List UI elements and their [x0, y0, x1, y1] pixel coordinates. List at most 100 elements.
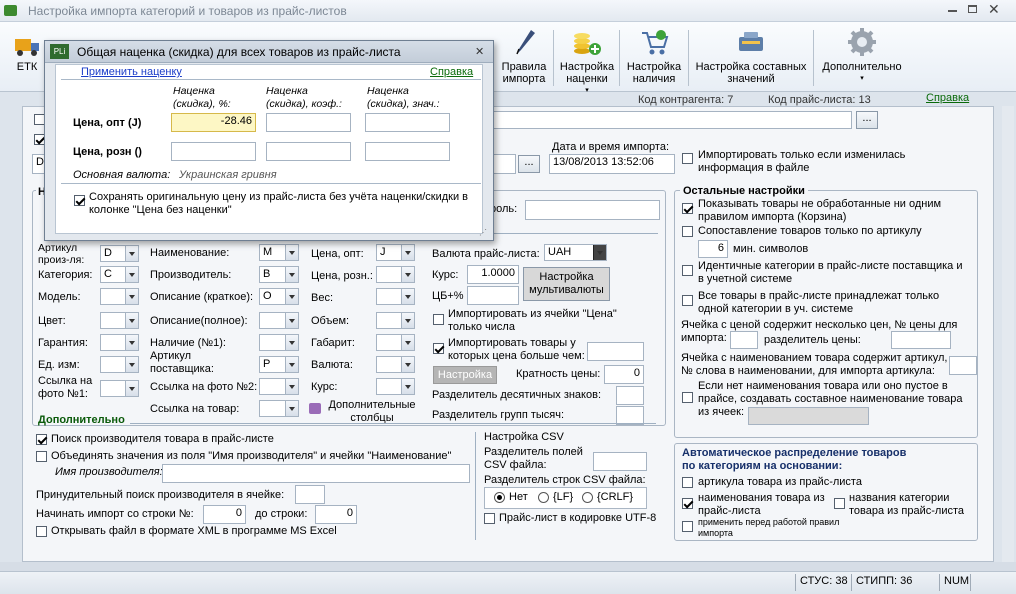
merge-fields-checkbox[interactable] [36, 451, 47, 462]
resize-grip[interactable]: ⋰ [479, 228, 487, 237]
help-link[interactable]: Справка [926, 92, 969, 105]
mapping-right-3-dropdown[interactable] [376, 312, 415, 329]
mapping-mid-5-dropdown[interactable]: P [259, 356, 299, 373]
extra-columns-icon [309, 403, 321, 414]
mapping-left-6-dropdown[interactable] [100, 380, 139, 397]
composite-values-button[interactable]: Настройка составных значений [690, 27, 812, 90]
only-changed-label: Импортировать только если изменилась инф… [698, 149, 906, 174]
by-article-checkbox[interactable] [682, 477, 693, 488]
rate-field[interactable]: 1.0000 [467, 265, 519, 284]
browse-button[interactable]: ... [856, 111, 878, 129]
dialog-help-link[interactable]: Справка [430, 66, 473, 79]
main-currency-value: Украинская гривня [179, 169, 277, 181]
show-unprocessed-checkbox[interactable] [682, 203, 693, 214]
multiplicity-field[interactable]: 0 [604, 365, 644, 384]
radio-crlf[interactable] [582, 492, 593, 503]
mapping-mid-0-dropdown[interactable]: M [259, 244, 299, 261]
mapping-mid-6-dropdown[interactable] [259, 378, 299, 395]
radio-lf[interactable] [538, 492, 549, 503]
apply-markup-link[interactable]: Применить наценку [81, 66, 182, 79]
multi-currency-button[interactable]: Настройка мультивалюты [523, 267, 610, 301]
markup-dialog-close[interactable]: ✕ [475, 45, 484, 58]
end-row-field[interactable]: 0 [315, 505, 357, 524]
source-field[interactable] [492, 154, 516, 174]
decimal-sep-field[interactable] [616, 386, 644, 405]
right-scrollbar[interactable] [1002, 106, 1014, 562]
date-field[interactable]: 13/08/2013 13:52:06 [549, 154, 675, 174]
manufacturer-name-field[interactable] [162, 464, 470, 483]
retail-value-field[interactable] [365, 142, 450, 161]
force-find-field[interactable] [295, 485, 325, 504]
mapping-mid-1-label: Производитель: [150, 269, 232, 281]
open-xml-checkbox[interactable] [36, 526, 47, 537]
compose-name-field[interactable] [748, 407, 869, 425]
one-category-checkbox[interactable] [682, 295, 693, 306]
mapping-mid-4-dropdown[interactable] [259, 334, 299, 351]
compose-name-checkbox[interactable] [682, 392, 693, 403]
truck-icon [13, 31, 41, 57]
retail-percent-field[interactable] [171, 142, 256, 161]
password-field[interactable] [525, 200, 660, 220]
mapping-mid-3-dropdown[interactable] [259, 312, 299, 329]
col-value-label: Наценка (скидка), знач.: [367, 85, 440, 110]
mapping-left-2-dropdown[interactable] [100, 288, 139, 305]
by-name-checkbox[interactable] [682, 498, 693, 509]
mapping-mid-1-dropdown[interactable]: B [259, 266, 299, 283]
pli-icon: PLi [50, 44, 69, 59]
extra-columns-link[interactable]: Дополнительные столбцы [326, 399, 418, 425]
mapping-right-2-dropdown[interactable] [376, 288, 415, 305]
by-category-label: названия категории товара из прайс-листа [849, 492, 965, 517]
import-price-only-numbers-checkbox[interactable] [433, 314, 444, 325]
match-by-article-checkbox[interactable] [682, 226, 693, 237]
file-path-field[interactable] [492, 111, 852, 129]
currency-dropdown[interactable]: UAH [544, 244, 607, 261]
identical-categories-checkbox[interactable] [682, 265, 693, 276]
price-more-field[interactable] [587, 342, 644, 361]
status-sep-3 [939, 574, 940, 591]
maximize-button[interactable] [968, 5, 977, 13]
mapping-right-1-dropdown[interactable] [376, 266, 415, 283]
min-symbols-field[interactable]: 6 [698, 240, 728, 258]
availability-settings-button[interactable]: Настройка наличия [622, 27, 686, 90]
minimize-button[interactable] [948, 10, 957, 12]
mapping-right-6-dropdown[interactable] [376, 378, 415, 395]
mapping-left-4-dropdown[interactable] [100, 334, 139, 351]
mapping-left-0-dropdown[interactable]: D [100, 245, 139, 262]
source-browse-button[interactable]: ... [518, 155, 540, 173]
more-button[interactable]: Дополнительно ▾ [815, 27, 909, 90]
mapping-mid-7-dropdown[interactable] [259, 400, 299, 417]
setup-button[interactable]: Настройка [433, 366, 497, 384]
mapping-right-4-dropdown[interactable] [376, 334, 415, 351]
wholesale-coef-field[interactable] [266, 113, 351, 132]
price-sep-field[interactable] [891, 331, 951, 349]
mapping-left-1-dropdown[interactable]: C [100, 266, 139, 283]
retail-coef-field[interactable] [266, 142, 351, 161]
import-price-more-checkbox[interactable] [433, 343, 444, 354]
mapping-right-0-dropdown[interactable]: J [376, 244, 415, 261]
etk-button[interactable]: ЕТК [10, 27, 44, 90]
only-changed-checkbox[interactable] [682, 153, 693, 164]
radio-crlf-label: {CRLF} [597, 491, 634, 503]
keep-original-checkbox[interactable] [74, 195, 85, 206]
name-article-field[interactable] [949, 356, 977, 375]
find-manufacturer-checkbox[interactable] [36, 434, 47, 445]
cb-field[interactable] [467, 286, 519, 305]
utf8-checkbox[interactable] [484, 513, 495, 524]
mapping-right-5-dropdown[interactable] [376, 356, 415, 373]
csv-field-sep-field[interactable] [593, 452, 647, 471]
markup-settings-button[interactable]: Настройка наценки ▾ [555, 27, 619, 94]
close-button[interactable]: ✕ [988, 1, 1000, 18]
mapping-left-5-dropdown[interactable] [100, 356, 139, 373]
start-row-field[interactable]: 0 [203, 505, 246, 524]
multi-price-field[interactable] [730, 331, 758, 349]
wholesale-value-field[interactable] [365, 113, 450, 132]
import-rules-button[interactable]: Правила импорта [496, 27, 552, 90]
radio-none[interactable] [494, 492, 505, 503]
toolbox-icon [736, 27, 766, 57]
apply-before-checkbox[interactable] [682, 521, 693, 532]
status-sep-1 [795, 574, 796, 591]
wholesale-percent-field[interactable]: -28.46 [171, 113, 256, 132]
mapping-mid-2-dropdown[interactable]: O [259, 288, 299, 305]
by-category-checkbox[interactable] [834, 498, 845, 509]
mapping-left-3-dropdown[interactable] [100, 312, 139, 329]
